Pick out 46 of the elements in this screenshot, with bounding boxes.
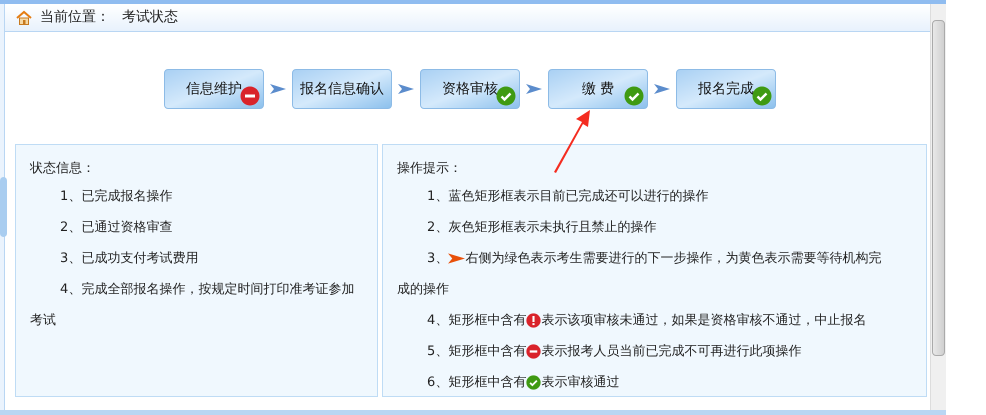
step-button[interactable]: 报名信息确认 bbox=[292, 69, 392, 109]
status-item: 1、已完成报名操作 bbox=[59, 188, 174, 206]
status-item: 4、完成全部报名操作，按规定时间打印准考证参加考试 bbox=[30, 280, 356, 330]
panel-title: 操作提示： bbox=[397, 160, 463, 178]
next-arrow-icon bbox=[654, 84, 670, 94]
arrow-icon bbox=[448, 252, 466, 264]
tip-text: 右侧为绿色表示考生需要进行的下一步操作，为黄色表示需要等待机构完 bbox=[465, 250, 882, 268]
tip-text: 矩形框中含有 bbox=[448, 374, 526, 392]
status-item: 2、已通过资格审查 bbox=[59, 218, 174, 236]
tip-number: 6、 bbox=[427, 374, 448, 392]
check-badge-icon bbox=[496, 86, 516, 106]
pointer-arrow-icon bbox=[552, 110, 592, 174]
check-badge-icon bbox=[752, 86, 772, 106]
collapse-handle[interactable] bbox=[0, 177, 7, 237]
check-badge-icon bbox=[624, 86, 644, 106]
next-arrow-icon bbox=[526, 84, 542, 94]
step-button[interactable]: 缴 费 bbox=[548, 69, 648, 109]
tip-number: 2、 bbox=[427, 218, 448, 236]
step-button[interactable]: 资格审核 bbox=[420, 69, 520, 109]
minus-badge-icon bbox=[240, 86, 260, 106]
tip-text: 矩形框中含有 bbox=[448, 342, 526, 360]
tip-number: 5、 bbox=[427, 342, 448, 360]
tip-text: 表示报考人员当前已完成不可再进行此项操作 bbox=[541, 342, 802, 360]
breadcrumb-label: 当前位置： bbox=[40, 8, 110, 27]
scrollbar[interactable] bbox=[930, 4, 946, 410]
error-icon bbox=[526, 312, 542, 328]
step-button[interactable]: 报名完成 bbox=[676, 69, 776, 109]
status-item: 3、已成功支付考试费用 bbox=[59, 250, 200, 268]
minus-icon bbox=[526, 344, 542, 358]
tip-number: 4、 bbox=[427, 312, 448, 330]
check-icon bbox=[526, 374, 542, 390]
tip-text: 灰色矩形框表示未执行且禁止的操作 bbox=[448, 218, 656, 236]
tip-text: 矩形框中含有 bbox=[448, 312, 526, 330]
next-arrow-icon bbox=[270, 84, 286, 94]
panel-title: 状态信息： bbox=[30, 160, 96, 178]
tip-text: 表示该项审核未通过，如果是资格审核不通过，中止报名 bbox=[541, 312, 866, 330]
tip-number: 3、 bbox=[427, 250, 448, 268]
next-arrow-icon bbox=[398, 84, 414, 94]
tip-text: 表示审核通过 bbox=[541, 374, 620, 392]
breadcrumb-value: 考试状态 bbox=[122, 8, 178, 27]
home-icon bbox=[16, 10, 32, 26]
tip-number: 1、 bbox=[427, 188, 448, 206]
tip-text: 蓝色矩形框表示目前已完成还可以进行的操作 bbox=[448, 188, 708, 206]
step-button[interactable]: 信息维护 bbox=[164, 69, 264, 109]
tip-text: 成的操作 bbox=[397, 280, 450, 298]
scrollbar-thumb[interactable] bbox=[932, 20, 945, 356]
